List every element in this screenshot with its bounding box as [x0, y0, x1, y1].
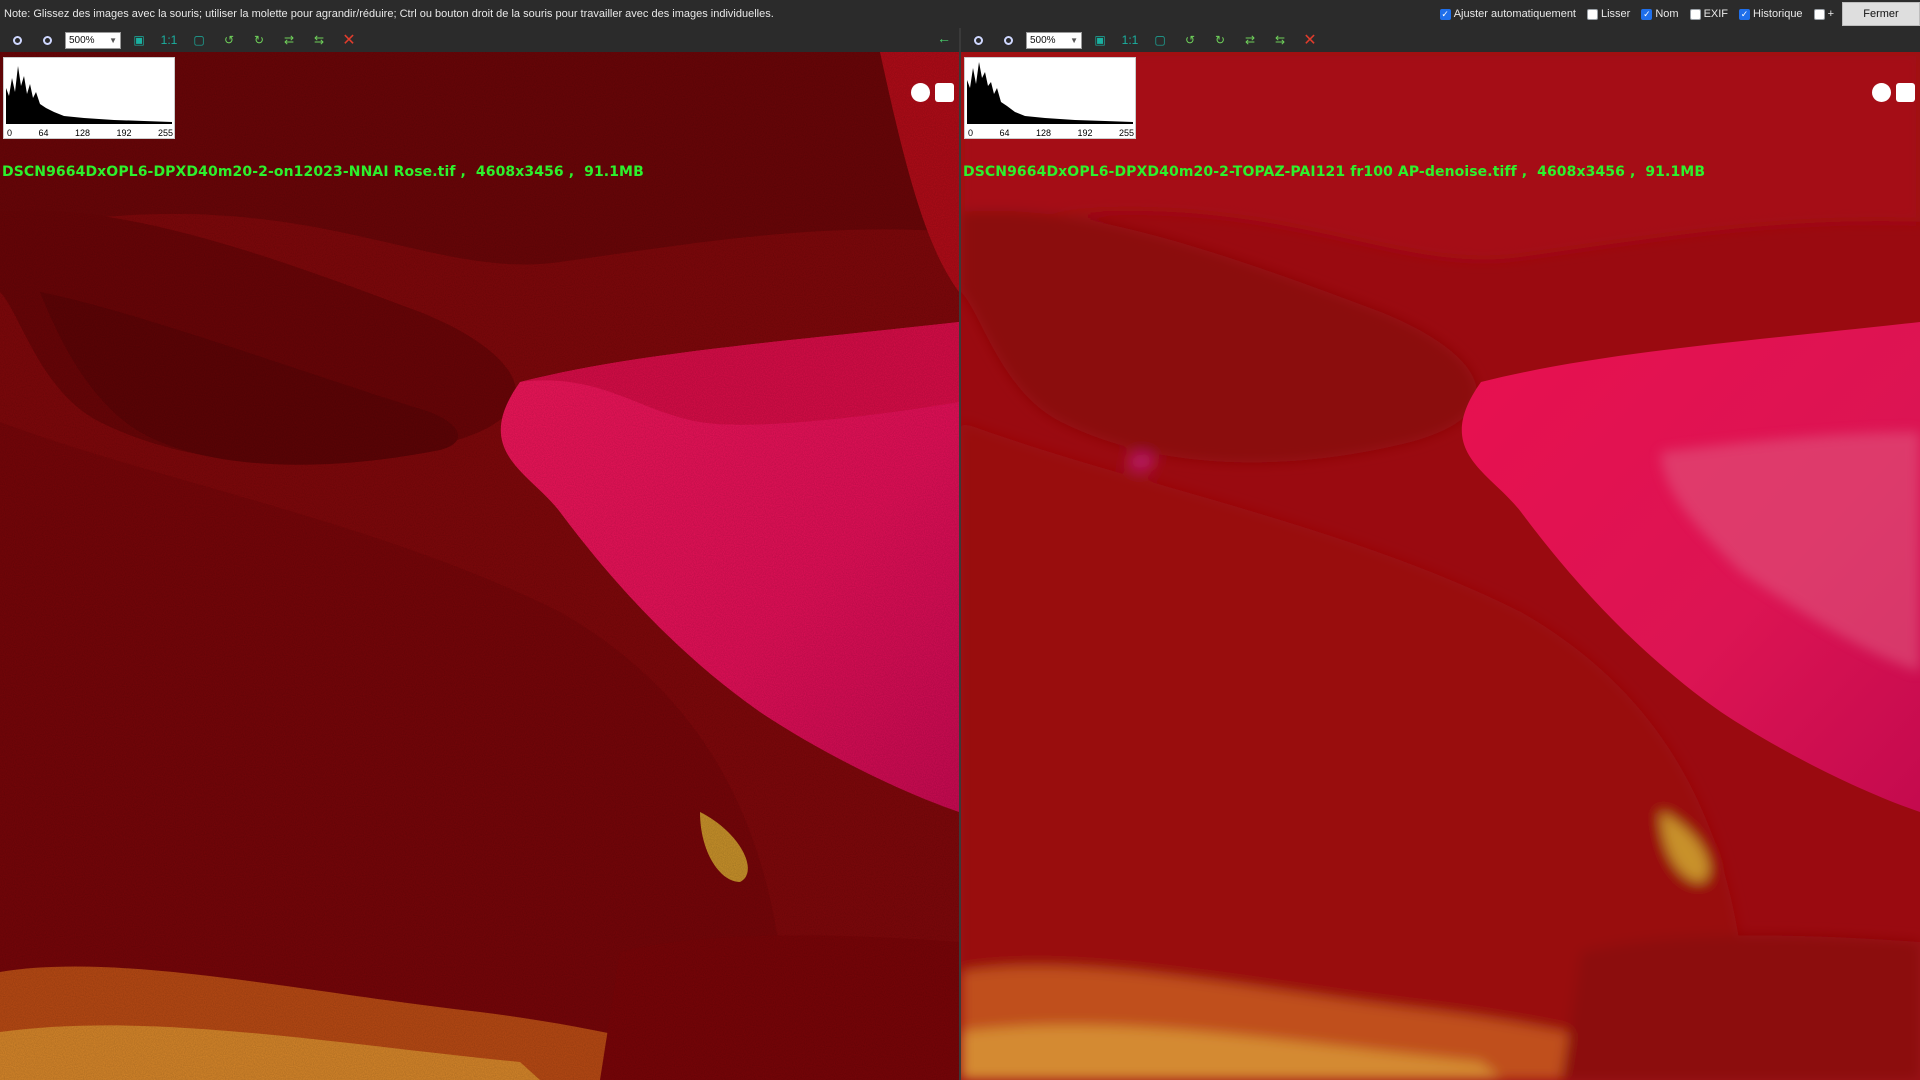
more-checkbox[interactable] [1813, 8, 1825, 20]
instruction-note: Note: Glissez des images avec la souris;… [4, 8, 774, 20]
image-crop-right [961, 52, 1920, 1080]
filename: DSCN9664DxOPL6-DPXD40m20-2-TOPAZ-PAI121 … [963, 164, 1517, 180]
image-crop-left [0, 52, 959, 1080]
hist-tick-128: 128 [74, 128, 90, 138]
hist-tick-128: 128 [1035, 128, 1051, 138]
pane-toolbar-left: 500% ▼ ▣ 1:1 ▢ ↺ ↻ ⇄ ⇆ ✕ ← [0, 28, 959, 52]
fullscreen-icon[interactable]: ▢ [187, 30, 211, 50]
option-history[interactable]: ✓ Historique [1739, 8, 1803, 20]
name-label: Nom [1655, 8, 1679, 20]
square-toggle-icon[interactable] [1896, 83, 1915, 102]
square-toggle-icon[interactable] [935, 83, 954, 102]
history-label: Historique [1753, 8, 1803, 20]
hist-tick-255: 255 [157, 128, 173, 138]
auto-fit-checkbox[interactable]: ✓ [1439, 8, 1451, 20]
image-pane-left[interactable]: 500% ▼ ▣ 1:1 ▢ ↺ ↻ ⇄ ⇆ ✕ ← 0 64 128 192 … [0, 28, 959, 1080]
sync-icon[interactable]: ⇄ [277, 30, 301, 50]
file-size: 91.1MB [584, 164, 644, 180]
swap-icon[interactable]: ⇆ [307, 30, 331, 50]
fullscreen-icon[interactable]: ▢ [1148, 30, 1172, 50]
option-auto-fit[interactable]: ✓ Ajuster automatiquement [1439, 8, 1576, 20]
hist-tick-0: 0 [7, 128, 13, 138]
zoom-in-icon[interactable] [5, 30, 29, 50]
zoom-in-icon[interactable] [966, 30, 990, 50]
chevron-down-icon: ▼ [1070, 35, 1078, 45]
rotate-right-icon[interactable]: ↻ [1208, 30, 1232, 50]
auto-fit-label: Ajuster automatiquement [1453, 8, 1576, 20]
option-name[interactable]: ✓ Nom [1641, 8, 1679, 20]
smooth-label: Lisser [1601, 8, 1631, 20]
zoom-out-icon[interactable] [996, 30, 1020, 50]
image-dimensions: 4608x3456 [1537, 164, 1625, 180]
history-checkbox[interactable]: ✓ [1739, 8, 1751, 20]
arrow-left-icon[interactable]: ← [937, 30, 951, 46]
histogram-plot [967, 62, 1133, 124]
top-bar: Note: Glissez des images avec la souris;… [0, 0, 1920, 28]
hist-tick-192: 192 [116, 128, 132, 138]
hist-tick-192: 192 [1077, 128, 1093, 138]
close-pane-icon[interactable]: ✕ [1298, 30, 1322, 50]
close-button[interactable]: Fermer [1842, 2, 1920, 26]
sync-icon[interactable]: ⇄ [1238, 30, 1262, 50]
zoom-level-value: 500% [1030, 34, 1056, 46]
zoom-level-value: 500% [69, 34, 95, 46]
close-pane-icon[interactable]: ✕ [337, 30, 361, 50]
option-more[interactable]: + [1813, 8, 1834, 20]
chevron-down-icon: ▼ [109, 35, 117, 45]
fit-window-icon[interactable]: ▣ [127, 30, 151, 50]
histogram: 0 64 128 192 255 [3, 57, 175, 139]
histogram-axis: 0 64 128 192 255 [7, 128, 173, 138]
rotate-left-icon[interactable]: ↺ [217, 30, 241, 50]
more-label: + [1827, 8, 1834, 20]
option-smooth[interactable]: Lisser [1587, 8, 1630, 20]
zoom-level-select[interactable]: 500% ▼ [65, 31, 121, 49]
image-dimensions: 4608x3456 [475, 164, 564, 180]
option-exif[interactable]: EXIF [1689, 8, 1729, 20]
zoom-level-select[interactable]: 500% ▼ [1026, 31, 1082, 49]
caption-sep: , [1516, 164, 1538, 180]
image-caption-right: DSCN9664DxOPL6-DPXD40m20-2-TOPAZ-PAI121 … [963, 164, 1705, 180]
rotate-right-icon[interactable]: ↻ [247, 30, 271, 50]
filename: DSCN9664DxOPL6-DPXD40m20-2-on12023-NNAI … [2, 164, 456, 180]
smooth-checkbox[interactable] [1587, 8, 1598, 20]
view-options: ✓ Ajuster automatiquement Lisser ✓ Nom E… [1439, 8, 1834, 20]
file-size: 91.1MB [1645, 164, 1706, 180]
actual-size-button[interactable]: 1:1 [157, 30, 181, 50]
hist-tick-64: 64 [38, 128, 49, 138]
image-pane-right[interactable]: 500% ▼ ▣ 1:1 ▢ ↺ ↻ ⇄ ⇆ ✕ 0 64 128 192 25… [961, 28, 1920, 1080]
hist-tick-64: 64 [999, 128, 1010, 138]
rotate-left-icon[interactable]: ↺ [1178, 30, 1202, 50]
circle-toggle-icon[interactable] [1872, 83, 1891, 102]
caption-sep: , [455, 164, 476, 180]
actual-size-button[interactable]: 1:1 [1118, 30, 1142, 50]
image-caption-left: DSCN9664DxOPL6-DPXD40m20-2-on12023-NNAI … [2, 164, 644, 180]
zoom-out-icon[interactable] [35, 30, 59, 50]
exif-checkbox[interactable] [1689, 8, 1701, 20]
fit-window-icon[interactable]: ▣ [1088, 30, 1112, 50]
histogram-axis: 0 64 128 192 255 [968, 128, 1134, 138]
caption-sep: , [563, 164, 585, 180]
histogram: 0 64 128 192 255 [964, 57, 1136, 139]
swap-icon[interactable]: ⇆ [1268, 30, 1292, 50]
exif-label: EXIF [1703, 8, 1729, 20]
hist-tick-255: 255 [1118, 128, 1134, 138]
pane-toolbar-right: 500% ▼ ▣ 1:1 ▢ ↺ ↻ ⇄ ⇆ ✕ [961, 28, 1920, 52]
name-checkbox[interactable]: ✓ [1641, 8, 1653, 20]
caption-sep: , [1625, 164, 1646, 180]
circle-toggle-icon[interactable] [911, 83, 930, 102]
hist-tick-0: 0 [968, 128, 974, 138]
histogram-plot [6, 66, 172, 124]
